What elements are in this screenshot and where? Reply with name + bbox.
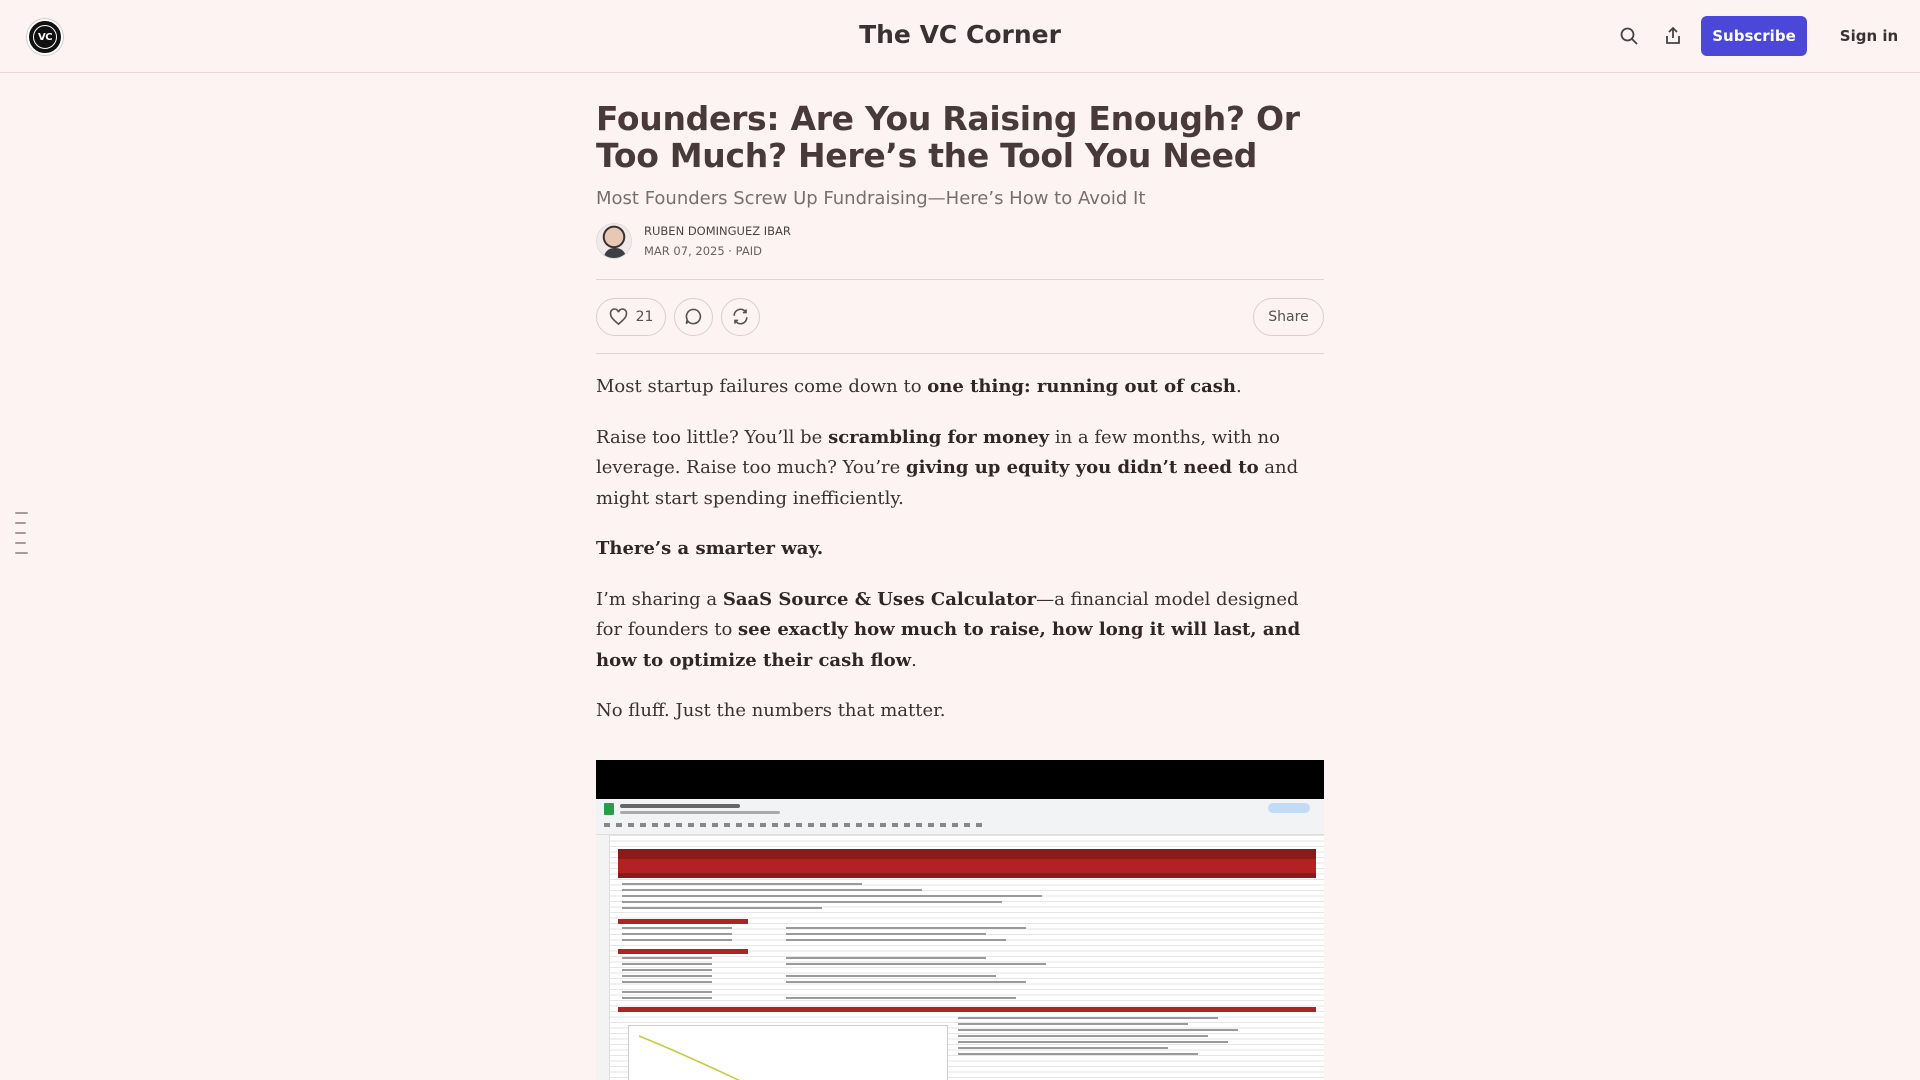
paragraph: There’s a smarter way.	[596, 538, 824, 559]
byline: RUBEN DOMINGUEZ IBAR MAR 07, 2025 · PAID	[596, 223, 1324, 259]
divider	[596, 353, 1324, 354]
comment-button[interactable]	[674, 297, 713, 336]
post-subtitle: Most Founders Screw Up Fundraising—Here’…	[596, 188, 1146, 209]
restack-icon	[733, 308, 748, 325]
search-icon[interactable]	[1617, 24, 1641, 48]
paragraph: No fluff. Just the numbers that matter.	[596, 700, 946, 721]
spreadsheet-preview	[596, 799, 1324, 1080]
paragraph: I’m sharing a SaaS Source & Uses Calcula…	[596, 588, 1301, 671]
share-button[interactable]: Share	[1253, 297, 1324, 336]
toc-line	[15, 552, 28, 554]
article: Founders: Are You Raising Enough? Or Too…	[596, 100, 1324, 747]
spreadsheet-chart-preview	[628, 1025, 948, 1080]
toc-line	[15, 542, 26, 544]
toc-line	[15, 532, 26, 534]
embedded-video[interactable]	[596, 760, 1324, 1080]
restack-button[interactable]	[721, 297, 760, 336]
toc-line	[15, 522, 26, 524]
post-meta: MAR 07, 2025 · PAID	[644, 244, 762, 258]
toc-line	[15, 512, 28, 514]
spreadsheet-toolbar	[596, 799, 1324, 835]
top-navigation-bar: VC The VC Corner Subscribe Sign in	[0, 0, 1920, 73]
site-title[interactable]: The VC Corner	[859, 20, 1061, 49]
author-avatar[interactable]	[596, 223, 632, 259]
post-body: Most startup failures come down to one t…	[596, 372, 1324, 727]
heart-icon	[609, 307, 627, 325]
post-access: PAID	[735, 244, 762, 258]
sign-in-button[interactable]: Sign in	[1822, 16, 1916, 56]
share-upload-icon[interactable]	[1661, 24, 1685, 48]
like-button[interactable]: 21	[596, 297, 666, 336]
like-count: 21	[635, 308, 654, 325]
byline-text: RUBEN DOMINGUEZ IBAR MAR 07, 2025 · PAID	[644, 221, 791, 261]
post-title: Founders: Are You Raising Enough? Or Too…	[596, 99, 1300, 175]
table-of-contents-toggle[interactable]	[15, 512, 28, 562]
paragraph: Most startup failures come down to one t…	[596, 376, 1242, 397]
subscribe-button[interactable]: Subscribe	[1701, 16, 1807, 56]
logo-mark: VC	[33, 25, 57, 49]
comment-icon	[685, 308, 702, 325]
post-date: MAR 07, 2025	[644, 244, 725, 258]
author-name[interactable]: RUBEN DOMINGUEZ IBAR	[644, 221, 791, 241]
post-actions: 21 Share	[596, 280, 1324, 353]
publication-logo[interactable]: VC	[27, 19, 63, 55]
paragraph: Raise too little? You’ll be scrambling f…	[596, 426, 1299, 509]
